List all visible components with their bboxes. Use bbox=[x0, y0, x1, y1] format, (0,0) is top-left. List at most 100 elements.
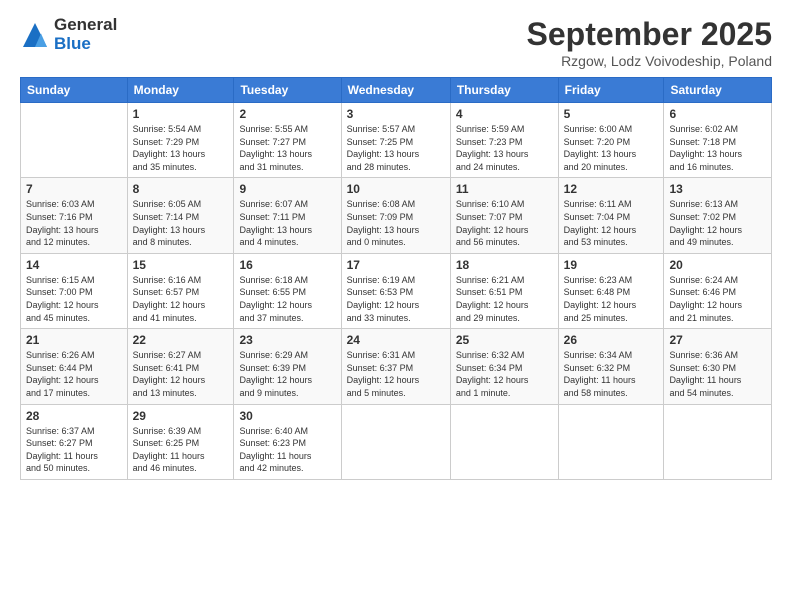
day-number: 29 bbox=[133, 409, 229, 423]
table-row: 9 Sunrise: 6:07 AM Sunset: 7:11 PM Daylig… bbox=[234, 178, 341, 253]
calendar-week-2: 7Sunrise: 6:03 AM Sunset: 7:16 PM Daylig… bbox=[21, 178, 772, 253]
day-number: 24 bbox=[347, 333, 445, 347]
day-number: 7 bbox=[26, 182, 122, 196]
table-row: 27Sunrise: 6:36 AM Sunset: 6:30 PM Dayli… bbox=[664, 329, 772, 404]
table-row bbox=[664, 404, 772, 479]
table-row: 24 Sunrise: 6:31 AM Sunset: 6:37 PM Dayli… bbox=[341, 329, 450, 404]
table-row: 19 Sunrise: 6:23 AM Sunset: 6:48 PM Dayli… bbox=[558, 253, 664, 328]
table-row: 6Sunrise: 6:02 AM Sunset: 7:18 PM Daylig… bbox=[664, 103, 772, 178]
day-info: Sunrise: 6:13 AM Sunset: 7:02 PM Dayligh… bbox=[669, 198, 766, 248]
day-number: 18 bbox=[456, 258, 553, 272]
day-info: Sunrise: 5:55 AM Sunset: 7:27 PM Dayligh… bbox=[239, 123, 335, 173]
month-title: September 2025 bbox=[527, 16, 772, 53]
table-row: 16Sunrise: 6:18 AM Sunset: 6:55 PM Dayli… bbox=[234, 253, 341, 328]
day-number: 4 bbox=[456, 107, 553, 121]
day-number: 1 bbox=[133, 107, 229, 121]
logo: General Blue bbox=[20, 16, 117, 53]
table-row: 23 Sunrise: 6:29 AM Sunset: 6:39 PM Dayli… bbox=[234, 329, 341, 404]
table-row: 18 Sunrise: 6:21 AM Sunset: 6:51 PM Dayli… bbox=[450, 253, 558, 328]
table-row: 26Sunrise: 6:34 AM Sunset: 6:32 PM Dayli… bbox=[558, 329, 664, 404]
table-row: 5Sunrise: 6:00 AM Sunset: 7:20 PM Daylig… bbox=[558, 103, 664, 178]
col-sunday: Sunday bbox=[21, 78, 128, 103]
table-row: 25 Sunrise: 6:32 AM Sunset: 6:34 PM Dayli… bbox=[450, 329, 558, 404]
day-info: Sunrise: 5:57 AM Sunset: 7:25 PM Dayligh… bbox=[347, 123, 445, 173]
day-number: 9 bbox=[239, 182, 335, 196]
day-info: Sunrise: 6:31 AM Sunset: 6:37 PM Dayligh… bbox=[347, 349, 445, 399]
table-row: 20 Sunrise: 6:24 AM Sunset: 6:46 PM Dayli… bbox=[664, 253, 772, 328]
day-info: Sunrise: 5:59 AM Sunset: 7:23 PM Dayligh… bbox=[456, 123, 553, 173]
day-info: Sunrise: 6:16 AM Sunset: 6:57 PM Dayligh… bbox=[133, 274, 229, 324]
day-info: Sunrise: 6:37 AM Sunset: 6:27 PM Dayligh… bbox=[26, 425, 122, 475]
table-row: 21 Sunrise: 6:26 AM Sunset: 6:44 PM Dayli… bbox=[21, 329, 128, 404]
day-info: Sunrise: 6:15 AM Sunset: 7:00 PM Dayligh… bbox=[26, 274, 122, 324]
day-number: 15 bbox=[133, 258, 229, 272]
table-row: 29 Sunrise: 6:39 AM Sunset: 6:25 PM Dayli… bbox=[127, 404, 234, 479]
day-info: Sunrise: 6:39 AM Sunset: 6:25 PM Dayligh… bbox=[133, 425, 229, 475]
table-row: 4 Sunrise: 5:59 AM Sunset: 7:23 PM Daylig… bbox=[450, 103, 558, 178]
table-row bbox=[450, 404, 558, 479]
day-number: 23 bbox=[239, 333, 335, 347]
table-row bbox=[558, 404, 664, 479]
day-number: 8 bbox=[133, 182, 229, 196]
col-thursday: Thursday bbox=[450, 78, 558, 103]
calendar-week-3: 14 Sunrise: 6:15 AM Sunset: 7:00 PM Dayli… bbox=[21, 253, 772, 328]
col-monday: Monday bbox=[127, 78, 234, 103]
calendar-week-4: 21 Sunrise: 6:26 AM Sunset: 6:44 PM Dayli… bbox=[21, 329, 772, 404]
day-number: 5 bbox=[564, 107, 659, 121]
day-info: Sunrise: 6:02 AM Sunset: 7:18 PM Dayligh… bbox=[669, 123, 766, 173]
day-info: Sunrise: 6:11 AM Sunset: 7:04 PM Dayligh… bbox=[564, 198, 659, 248]
table-row: 3 Sunrise: 5:57 AM Sunset: 7:25 PM Daylig… bbox=[341, 103, 450, 178]
table-row: 13Sunrise: 6:13 AM Sunset: 7:02 PM Dayli… bbox=[664, 178, 772, 253]
calendar-header-row: Sunday Monday Tuesday Wednesday Thursday… bbox=[21, 78, 772, 103]
calendar-table: Sunday Monday Tuesday Wednesday Thursday… bbox=[20, 77, 772, 480]
table-row bbox=[341, 404, 450, 479]
title-block: September 2025 Rzgow, Lodz Voivodeship, … bbox=[527, 16, 772, 69]
table-row: 28Sunrise: 6:37 AM Sunset: 6:27 PM Dayli… bbox=[21, 404, 128, 479]
day-number: 12 bbox=[564, 182, 659, 196]
header: General Blue September 2025 Rzgow, Lodz … bbox=[20, 16, 772, 69]
day-number: 19 bbox=[564, 258, 659, 272]
day-info: Sunrise: 6:19 AM Sunset: 6:53 PM Dayligh… bbox=[347, 274, 445, 324]
col-wednesday: Wednesday bbox=[341, 78, 450, 103]
day-info: Sunrise: 6:32 AM Sunset: 6:34 PM Dayligh… bbox=[456, 349, 553, 399]
day-number: 25 bbox=[456, 333, 553, 347]
day-info: Sunrise: 6:10 AM Sunset: 7:07 PM Dayligh… bbox=[456, 198, 553, 248]
day-number: 17 bbox=[347, 258, 445, 272]
day-info: Sunrise: 6:07 AM Sunset: 7:11 PM Dayligh… bbox=[239, 198, 335, 248]
day-info: Sunrise: 6:08 AM Sunset: 7:09 PM Dayligh… bbox=[347, 198, 445, 248]
table-row: 14 Sunrise: 6:15 AM Sunset: 7:00 PM Dayli… bbox=[21, 253, 128, 328]
day-info: Sunrise: 6:26 AM Sunset: 6:44 PM Dayligh… bbox=[26, 349, 122, 399]
day-info: Sunrise: 5:54 AM Sunset: 7:29 PM Dayligh… bbox=[133, 123, 229, 173]
table-row: 12 Sunrise: 6:11 AM Sunset: 7:04 PM Dayli… bbox=[558, 178, 664, 253]
day-info: Sunrise: 6:18 AM Sunset: 6:55 PM Dayligh… bbox=[239, 274, 335, 324]
table-row: 8Sunrise: 6:05 AM Sunset: 7:14 PM Daylig… bbox=[127, 178, 234, 253]
table-row: 17 Sunrise: 6:19 AM Sunset: 6:53 PM Dayli… bbox=[341, 253, 450, 328]
table-row bbox=[21, 103, 128, 178]
day-info: Sunrise: 6:27 AM Sunset: 6:41 PM Dayligh… bbox=[133, 349, 229, 399]
table-row: 11Sunrise: 6:10 AM Sunset: 7:07 PM Dayli… bbox=[450, 178, 558, 253]
col-tuesday: Tuesday bbox=[234, 78, 341, 103]
logo-icon bbox=[20, 20, 50, 50]
logo-text-general: General bbox=[54, 16, 117, 35]
day-info: Sunrise: 6:23 AM Sunset: 6:48 PM Dayligh… bbox=[564, 274, 659, 324]
day-number: 3 bbox=[347, 107, 445, 121]
table-row: 22 Sunrise: 6:27 AM Sunset: 6:41 PM Dayli… bbox=[127, 329, 234, 404]
table-row: 30Sunrise: 6:40 AM Sunset: 6:23 PM Dayli… bbox=[234, 404, 341, 479]
calendar-week-5: 28Sunrise: 6:37 AM Sunset: 6:27 PM Dayli… bbox=[21, 404, 772, 479]
day-info: Sunrise: 6:21 AM Sunset: 6:51 PM Dayligh… bbox=[456, 274, 553, 324]
table-row: 7Sunrise: 6:03 AM Sunset: 7:16 PM Daylig… bbox=[21, 178, 128, 253]
page: General Blue September 2025 Rzgow, Lodz … bbox=[0, 0, 792, 612]
day-number: 14 bbox=[26, 258, 122, 272]
day-info: Sunrise: 6:40 AM Sunset: 6:23 PM Dayligh… bbox=[239, 425, 335, 475]
day-info: Sunrise: 6:36 AM Sunset: 6:30 PM Dayligh… bbox=[669, 349, 766, 399]
day-number: 21 bbox=[26, 333, 122, 347]
day-info: Sunrise: 6:29 AM Sunset: 6:39 PM Dayligh… bbox=[239, 349, 335, 399]
day-info: Sunrise: 6:24 AM Sunset: 6:46 PM Dayligh… bbox=[669, 274, 766, 324]
day-number: 20 bbox=[669, 258, 766, 272]
table-row: 2Sunrise: 5:55 AM Sunset: 7:27 PM Daylig… bbox=[234, 103, 341, 178]
table-row: 10Sunrise: 6:08 AM Sunset: 7:09 PM Dayli… bbox=[341, 178, 450, 253]
col-saturday: Saturday bbox=[664, 78, 772, 103]
day-number: 26 bbox=[564, 333, 659, 347]
col-friday: Friday bbox=[558, 78, 664, 103]
day-number: 22 bbox=[133, 333, 229, 347]
